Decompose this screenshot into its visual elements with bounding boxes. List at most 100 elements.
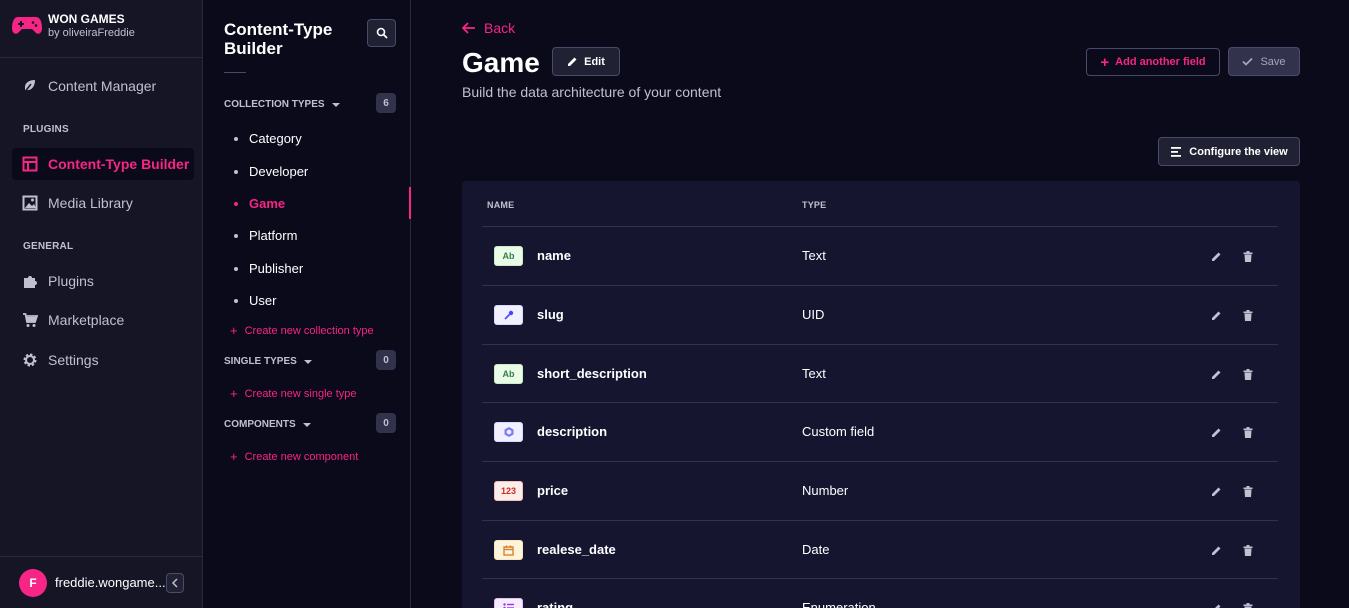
back-link[interactable]: Back: [462, 20, 515, 36]
user-profile[interactable]: F freddie.wongame...: [0, 556, 202, 608]
page-title: Game: [462, 47, 540, 78]
field-type: Enumeration: [802, 600, 876, 608]
bullet: [234, 169, 238, 174]
field-type: Custom field: [802, 424, 875, 439]
table-row[interactable]: Ab name Text: [482, 226, 1278, 285]
nav-content-type-builder[interactable]: Content-Type Builder: [12, 148, 194, 180]
cart-icon: [22, 312, 38, 328]
field-name: slug: [537, 307, 564, 322]
brand: WON GAMES by oliveiraFreddie: [0, 0, 202, 58]
table-row[interactable]: rating Enumeration: [482, 578, 1278, 608]
add-another-field-button[interactable]: + Add another field: [1086, 48, 1220, 76]
collection-types-label: COLLECTION TYPES: [224, 99, 325, 110]
edit-field-button[interactable]: [1209, 367, 1223, 381]
delete-field-button[interactable]: [1241, 308, 1255, 322]
nav-marketplace[interactable]: Marketplace: [12, 304, 194, 336]
pencil-icon: [1214, 604, 1220, 608]
components-count: 0: [376, 413, 396, 433]
plus-icon: +: [230, 386, 238, 401]
bullet: [234, 233, 238, 238]
trash-icon: [1243, 485, 1253, 497]
configure-view-button[interactable]: Configure the view: [1158, 137, 1300, 166]
create-component-link[interactable]: + Create new component: [230, 449, 358, 464]
edit-field-button[interactable]: [1209, 425, 1223, 439]
caret-down-icon: [331, 102, 340, 107]
item-label: Developer: [249, 164, 309, 179]
profile-name: freddie.wongame...: [55, 575, 166, 590]
item-label: User: [249, 293, 277, 308]
edit-field-button[interactable]: [1209, 484, 1223, 498]
collection-type-item-active[interactable]: Game: [234, 196, 285, 211]
single-types-label: SINGLE TYPES: [224, 356, 297, 367]
single-types-toggle[interactable]: SINGLE TYPES: [224, 356, 312, 367]
pencil-icon: [1211, 311, 1220, 320]
delete-field-button[interactable]: [1241, 367, 1255, 381]
nav-label: Content-Type Builder: [48, 156, 190, 172]
collection-type-item[interactable]: Developer: [234, 164, 308, 179]
collection-types-toggle[interactable]: COLLECTION TYPES: [224, 99, 340, 110]
item-label: Platform: [249, 228, 298, 243]
collection-type-item[interactable]: Publisher: [234, 261, 303, 276]
pencil-icon: [1211, 252, 1220, 261]
table-row[interactable]: realese_date Date: [482, 520, 1278, 579]
nav-content-manager[interactable]: Content Manager: [12, 70, 194, 102]
search-button[interactable]: [367, 19, 396, 47]
brand-title: WON GAMES: [48, 12, 125, 26]
link-label: Create new component: [244, 450, 359, 463]
components-toggle[interactable]: COMPONENTS: [224, 419, 311, 430]
table-row[interactable]: slug UID: [482, 285, 1278, 344]
single-types-count: 0: [376, 350, 396, 370]
text-icon: Ab: [494, 246, 523, 266]
edit-field-button[interactable]: [1209, 601, 1223, 608]
nav-settings[interactable]: Settings: [12, 344, 194, 376]
field-name: short_description: [537, 366, 647, 381]
chevron-left-icon: [171, 578, 178, 588]
field-type: Date: [802, 542, 830, 557]
nav-label: Marketplace: [48, 312, 125, 328]
field-name: rating: [537, 600, 574, 608]
gear-icon: [22, 352, 38, 368]
item-label: Game: [249, 196, 286, 211]
edit-field-button[interactable]: [1209, 543, 1223, 557]
nav-label: Media Library: [48, 195, 133, 211]
create-single-type-link[interactable]: + Create new single type: [230, 386, 357, 401]
components-label: COMPONENTS: [224, 419, 296, 430]
delete-field-button[interactable]: [1241, 543, 1255, 557]
trash-icon: [1243, 602, 1253, 608]
content-type-sub-nav: Content-Type Builder COLLECTION TYPES 6 …: [203, 0, 411, 608]
table-row[interactable]: Ab short_description Text: [482, 344, 1278, 403]
collection-type-item[interactable]: User: [234, 293, 276, 308]
item-label: Category: [249, 131, 302, 146]
delete-field-button[interactable]: [1241, 601, 1255, 608]
table-row[interactable]: description Custom field: [482, 402, 1278, 461]
avatar: F: [19, 568, 47, 597]
number-icon: 123: [494, 481, 523, 501]
feather-icon: [22, 78, 38, 94]
table-row[interactable]: 123 price Number: [482, 461, 1278, 520]
delete-field-button[interactable]: [1241, 249, 1255, 263]
trash-icon: [1243, 368, 1253, 380]
bullet: [234, 298, 238, 303]
nav-plugins[interactable]: Plugins: [12, 265, 194, 297]
create-collection-type-link[interactable]: + Create new collection type: [230, 323, 374, 338]
main-content: Back Game Edit Build the data architectu…: [411, 0, 1349, 608]
bullet: [234, 136, 238, 141]
caret-down-icon: [303, 359, 312, 364]
field-type: UID: [802, 307, 825, 322]
arrow-left-icon: [462, 22, 475, 34]
field-type: Text: [802, 366, 826, 381]
edit-field-button[interactable]: [1209, 249, 1223, 263]
nav-media-library[interactable]: Media Library: [12, 187, 194, 219]
save-button[interactable]: Save: [1228, 47, 1300, 76]
collection-type-item[interactable]: Category: [234, 131, 302, 146]
edit-field-button[interactable]: [1209, 308, 1223, 322]
collection-type-item[interactable]: Platform: [234, 228, 297, 243]
field-type: Number: [802, 483, 849, 498]
search-icon: [376, 27, 388, 39]
collapse-nav-button[interactable]: [166, 573, 184, 593]
pencil-icon: [1211, 487, 1220, 496]
trash-icon: [1243, 309, 1253, 321]
edit-button[interactable]: Edit: [552, 47, 620, 76]
delete-field-button[interactable]: [1241, 425, 1255, 439]
delete-field-button[interactable]: [1241, 484, 1255, 498]
